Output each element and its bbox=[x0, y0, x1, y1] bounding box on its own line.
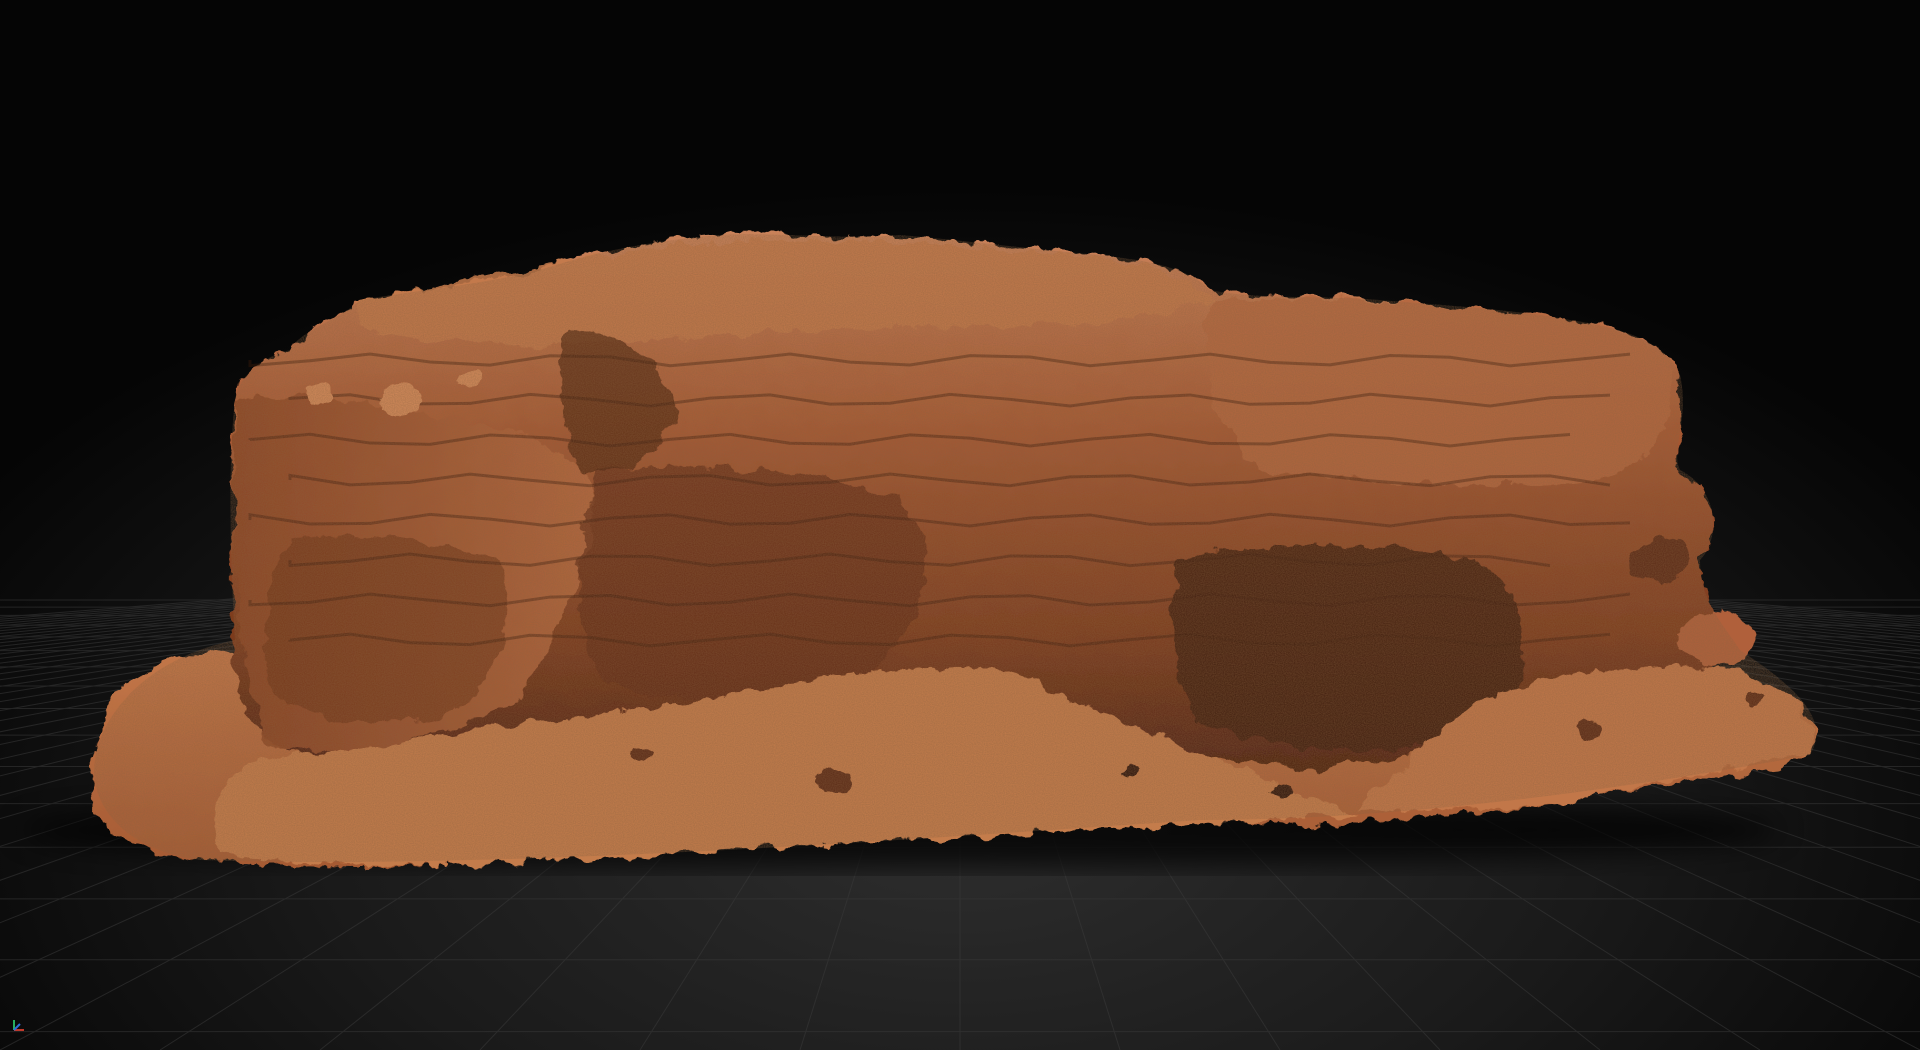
viewport-scene[interactable] bbox=[0, 0, 1920, 1050]
rock-texture bbox=[94, 234, 1817, 862]
3d-viewport[interactable] bbox=[0, 0, 1920, 1050]
